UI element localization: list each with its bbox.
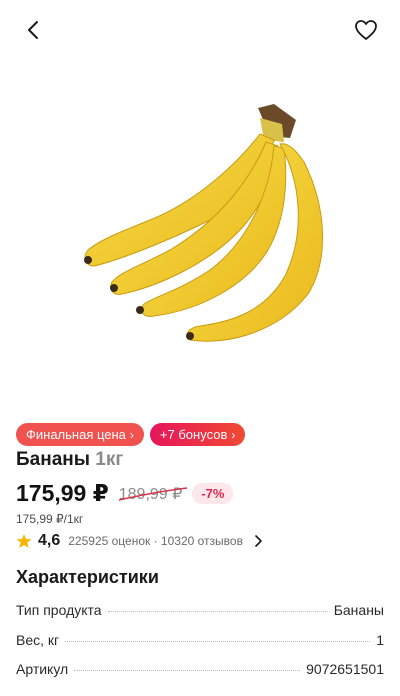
dotted-leader [74, 670, 301, 671]
dotted-leader [65, 641, 371, 642]
chevron-right-icon: › [231, 427, 236, 442]
characteristic-value: 1 [376, 632, 384, 648]
product-image [84, 104, 323, 342]
product-name: Бананы [16, 449, 90, 470]
characteristic-label: Тип продукта [16, 602, 102, 618]
dotted-leader [107, 611, 328, 612]
rating-value: 4,6 [38, 532, 61, 549]
current-price: 175,99 ₽ [16, 480, 109, 506]
badges: Финальная цена › +7 бонусов › [16, 423, 246, 446]
unit-price: 175,99 ₽/1кг [16, 512, 84, 526]
characteristic-row: Вес, кг 1 [16, 632, 384, 648]
characteristic-row: Артикул 9072651501 [16, 661, 384, 677]
characteristic-row: Тип продукта Бананы [16, 602, 384, 618]
star-icon [16, 534, 32, 548]
characteristics-title: Характеристики [16, 567, 159, 587]
chevron-right-icon [255, 535, 262, 547]
old-price: 189,99 ₽ [118, 484, 187, 504]
rating-row[interactable]: 4,6 225925 оценок · 10320 отзывов [16, 532, 263, 550]
discount-badge: -7% [192, 483, 234, 504]
product-weight: 1кг [95, 449, 124, 470]
rating-meta: 225925 оценок · 10320 отзывов [68, 534, 243, 548]
product-title: Бананы 1кг [16, 449, 123, 471]
characteristic-label: Артикул [16, 661, 69, 677]
characteristic-value: 9072651501 [306, 661, 384, 677]
product-page: Финальная цена › +7 бонусов › Бананы 1кг… [0, 0, 400, 696]
chevron-left-icon [28, 21, 38, 39]
strikethrough-mark [118, 486, 187, 501]
final-price-badge[interactable]: Финальная цена › [16, 423, 144, 446]
bonus-badge[interactable]: +7 бонусов › [149, 423, 246, 446]
characteristic-label: Вес, кг [16, 632, 60, 648]
final-price-label: Финальная цена [26, 427, 126, 442]
bonus-label: +7 бонусов [159, 427, 228, 442]
top-bar [0, 0, 400, 60]
characteristic-value: Бананы [333, 602, 384, 618]
back-button[interactable] [18, 14, 50, 46]
price-row: 175,99 ₽ 189,99 ₽ -7% [16, 480, 234, 507]
heart-icon [355, 20, 377, 40]
favorite-button[interactable] [350, 14, 382, 46]
chevron-right-icon: › [129, 427, 134, 442]
